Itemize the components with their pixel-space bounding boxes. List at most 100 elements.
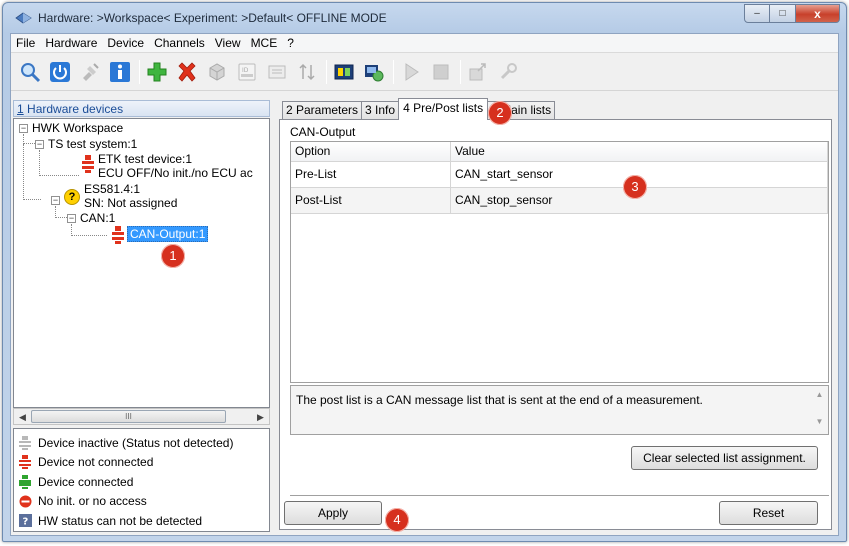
toolbar-separator (326, 59, 327, 84)
menu-mce[interactable]: MCE (246, 34, 283, 52)
sort-icon[interactable] (294, 59, 320, 85)
menu-hardware[interactable]: Hardware (40, 34, 102, 52)
network-icon[interactable] (361, 59, 387, 85)
legend-text: No init. or no access (38, 494, 147, 509)
selected-node-label: CAN-Output:1 (127, 226, 209, 242)
question-icon: ? (18, 514, 32, 528)
maximize-button[interactable]: □ (770, 4, 796, 23)
tab-strip: 2 Parameters 3 Info 4 Pre/Post lists 5 M… (282, 98, 556, 120)
callout-marker-3: 3 (623, 175, 647, 199)
legend-item: Device inactive (Status not detected) (14, 433, 269, 453)
menu-channels[interactable]: Channels (149, 34, 210, 52)
search-icon[interactable] (17, 59, 43, 85)
tree-node-workspace[interactable]: HWK Workspace (32, 121, 123, 135)
red-plug-icon (82, 155, 94, 173)
delete-icon[interactable] (174, 59, 200, 85)
device-name-label: CAN-Output (290, 125, 356, 139)
connect-plug-icon[interactable] (77, 59, 103, 85)
horizontal-scrollbar[interactable]: ◀ III ▶ (13, 408, 270, 425)
separator-line (290, 495, 829, 497)
callout-marker-1: 1 (161, 244, 185, 268)
header-title: Hardware devices (23, 102, 124, 116)
menu-device[interactable]: Device (102, 34, 149, 52)
info-icon[interactable] (107, 59, 133, 85)
tree-connector (23, 144, 41, 200)
close-button[interactable]: x (796, 4, 840, 23)
tree-connector (23, 134, 35, 144)
window-controls: – □ x (744, 4, 840, 23)
description-box: The post list is a CAN message list that… (290, 385, 829, 435)
tree-node-es581[interactable]: ES581.4:1 (84, 182, 140, 196)
legend-item: Device not connected (14, 453, 269, 473)
window-title: Hardware: >Workspace< Experiment: >Defau… (38, 11, 387, 25)
cube-icon[interactable] (204, 59, 230, 85)
red-plug-icon (18, 455, 32, 470)
toolbar-separator (393, 59, 394, 84)
grey-plug-icon (18, 435, 32, 450)
column-header-option[interactable]: Option (291, 142, 451, 161)
tree-node-ts-test-system[interactable]: TS test system:1 (48, 137, 137, 151)
minimize-button[interactable]: – (744, 4, 770, 23)
properties-icon[interactable] (264, 59, 290, 85)
tree-node-can[interactable]: CAN:1 (80, 211, 115, 225)
tree-node-etk-test-device[interactable]: ETK test device:1 (98, 152, 192, 166)
scroll-thumb[interactable]: III (31, 410, 226, 423)
legend-item: No init. or no access (14, 492, 269, 512)
description-scrollbar[interactable]: ▲ ▼ (812, 387, 827, 433)
tab-parameters[interactable]: 2 Parameters (282, 101, 363, 120)
toolbar: ID (11, 53, 838, 91)
menu-bar: File Hardware Device Channels View MCE ? (11, 34, 838, 53)
title-bar: Hardware: >Workspace< Experiment: >Defau… (3, 3, 846, 33)
collapse-icon[interactable]: − (51, 196, 60, 205)
reset-button[interactable]: Reset (719, 501, 818, 525)
tab-info[interactable]: 3 Info (361, 101, 400, 120)
cell-option: Post-List (291, 188, 451, 213)
tools-icon[interactable] (495, 59, 521, 85)
hardware-tree[interactable]: − HWK Workspace − TS test system:1 ETK t… (13, 118, 270, 408)
add-icon[interactable] (144, 59, 170, 85)
scroll-right-icon[interactable]: ▶ (254, 411, 267, 423)
red-plug-icon (112, 226, 124, 244)
no-access-icon (18, 494, 32, 508)
stop-icon[interactable] (428, 59, 454, 85)
svg-text:ID: ID (242, 67, 249, 74)
collapse-icon[interactable]: − (67, 214, 76, 223)
clear-assignment-button[interactable]: Clear selected list assignment. (631, 446, 818, 470)
cell-option: Pre-List (291, 162, 451, 187)
module-icon[interactable] (331, 59, 357, 85)
tree-connector (71, 224, 107, 236)
play-icon[interactable] (398, 59, 424, 85)
legend-text: Device not connected (38, 455, 154, 470)
table-row[interactable]: Pre-List CAN_start_sensor (291, 162, 828, 188)
description-text: The post list is a CAN message list that… (296, 393, 703, 407)
question-icon: ? (64, 189, 80, 205)
table-row[interactable]: Post-List CAN_stop_sensor (291, 188, 828, 214)
hardware-devices-panel: 1 Hardware devices − HWK Workspace − TS … (13, 100, 270, 532)
column-header-value[interactable]: Value (451, 142, 828, 161)
legend-text: HW status can not be detected (38, 513, 203, 528)
table-header: Option Value (291, 142, 828, 162)
tree-node-can-output[interactable]: CAN-Output:1 (127, 226, 209, 242)
toolbar-separator (139, 59, 140, 84)
export-icon[interactable] (465, 59, 491, 85)
scroll-left-icon[interactable]: ◀ (16, 411, 29, 423)
id-icon[interactable]: ID (234, 59, 260, 85)
hardware-devices-header: 1 Hardware devices (13, 100, 270, 117)
status-legend: Device inactive (Status not detected) De… (13, 428, 270, 532)
menu-file[interactable]: File (11, 34, 40, 52)
tab-pre-post-lists[interactable]: 4 Pre/Post lists (398, 98, 489, 120)
apply-button[interactable]: Apply (284, 501, 382, 525)
svg-text:?: ? (22, 517, 28, 528)
menu-help[interactable]: ? (282, 34, 299, 52)
tree-node-es581-sn: SN: Not assigned (84, 196, 178, 210)
app-icon (15, 12, 32, 24)
legend-text: Device connected (38, 474, 134, 489)
tree-connector (55, 206, 67, 218)
collapse-icon[interactable]: − (19, 124, 28, 133)
menu-view[interactable]: View (210, 34, 246, 52)
header-number: 1 (17, 102, 24, 116)
power-icon[interactable] (47, 59, 73, 85)
callout-marker-4: 4 (385, 508, 409, 532)
tab-content: CAN-Output Option Value Pre-List CAN_sta… (279, 119, 832, 530)
toolbar-separator (460, 59, 461, 84)
